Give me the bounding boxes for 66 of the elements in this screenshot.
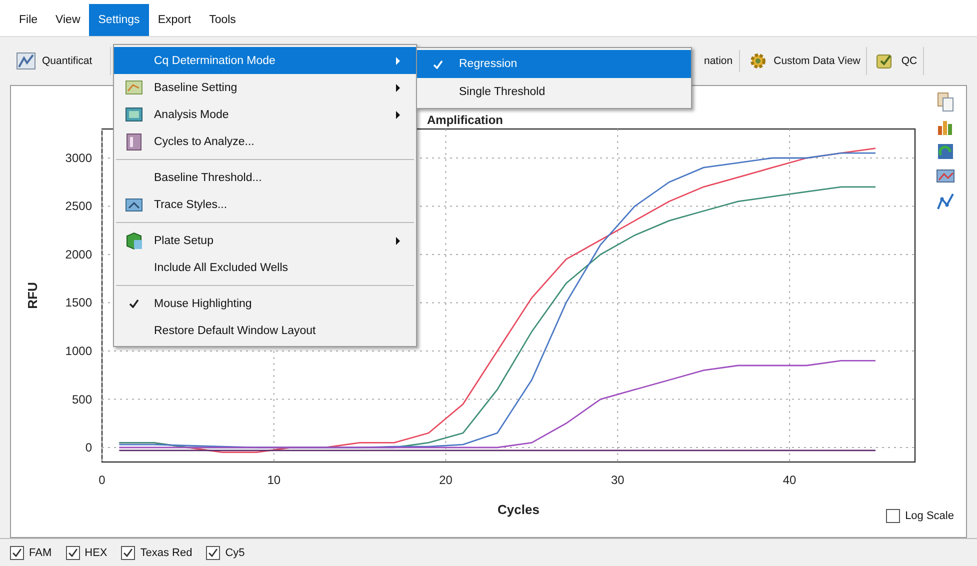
menu-item[interactable]: File: [10, 4, 47, 36]
y-tick-label: 500: [72, 392, 92, 406]
menu-item[interactable]: Analysis Mode: [114, 101, 416, 128]
menu-item-icon: [125, 106, 143, 124]
x-tick-label: 30: [610, 473, 624, 487]
menu-item[interactable]: View: [46, 4, 90, 36]
check-icon: [66, 547, 79, 558]
checkbox[interactable]: [121, 546, 136, 560]
menu-item-icon: [125, 78, 143, 96]
x-tick-label: 10: [267, 473, 281, 487]
checkbox[interactable]: [886, 509, 900, 523]
submenu-arrow-icon: [396, 84, 400, 92]
check-icon: [122, 547, 134, 558]
x-tick-label: 20: [439, 473, 452, 487]
checkbox[interactable]: [66, 546, 80, 560]
menu-item[interactable]: Trace Styles...: [114, 191, 416, 218]
x-tick-label: 40: [782, 473, 796, 487]
check-icon: [433, 60, 443, 68]
menu-item[interactable]: Baseline Setting: [114, 74, 416, 101]
x-tick-label: 0: [98, 473, 106, 487]
menu-item[interactable]: Tools: [200, 4, 245, 36]
y-tick-label: 3000: [65, 150, 92, 165]
y-tick-label: 2000: [65, 247, 92, 262]
menu-item[interactable]: Plate Setup: [114, 227, 416, 254]
menu-item[interactable]: Cq Determination Mode: [114, 47, 416, 74]
line-chart-icon[interactable]: [936, 192, 955, 212]
check-icon: [129, 299, 139, 308]
chart-icon: [16, 52, 36, 70]
y-axis-label: RFU: [25, 282, 40, 309]
submenu-arrow-icon: [396, 56, 400, 64]
menu-item[interactable]: Export: [148, 4, 200, 36]
menu-item[interactable]: Single Threshold: [417, 78, 691, 106]
y-tick-label: 1000: [65, 344, 92, 358]
chart-title: Amplification: [427, 113, 504, 127]
submenu-arrow-icon: [396, 236, 400, 244]
y-tick-label: 1500: [65, 296, 92, 310]
gear-icon: [748, 52, 768, 70]
y-tick-label: 0: [85, 440, 92, 455]
menu-item[interactable]: Include All Excluded Wells: [114, 254, 416, 281]
tab[interactable]: nation: [698, 50, 740, 72]
menu-item[interactable]: Cycles to Analyze...: [114, 128, 416, 155]
x-axis-label: Cycles: [498, 502, 540, 517]
checkbox-label: Cy5: [225, 546, 245, 558]
menu-item[interactable]: Regression: [417, 50, 691, 78]
checkbox[interactable]: [10, 546, 24, 560]
refresh-icon[interactable]: [936, 142, 955, 162]
tab[interactable]: QC: [869, 47, 924, 75]
check-icon: [11, 547, 23, 558]
checkbox-label: HEX: [84, 546, 108, 558]
checkbox[interactable]: [206, 546, 220, 560]
submenu-arrow-icon: [396, 110, 400, 118]
menu-item-icon: [125, 132, 143, 150]
copy-icon[interactable]: [936, 92, 955, 112]
tab[interactable]: Custom Data View: [742, 47, 868, 75]
menu-item-icon: [125, 232, 143, 250]
menu-item[interactable]: Mouse Highlighting: [114, 290, 416, 317]
menu-item[interactable]: Baseline Threshold...: [114, 164, 416, 191]
y-tick-label: 2500: [65, 199, 92, 214]
checkbox-label: Log Scale: [905, 510, 954, 522]
check-icon: [207, 547, 220, 558]
menu-item-icon: [125, 196, 143, 214]
checkbox-label: Texas Red: [140, 546, 192, 558]
checkbox-label: FAM: [29, 546, 52, 558]
menu-item[interactable]: Settings: [89, 4, 149, 36]
menu-item[interactable]: Restore Default Window Layout: [114, 317, 416, 344]
tab[interactable]: Quantificat: [10, 47, 111, 75]
